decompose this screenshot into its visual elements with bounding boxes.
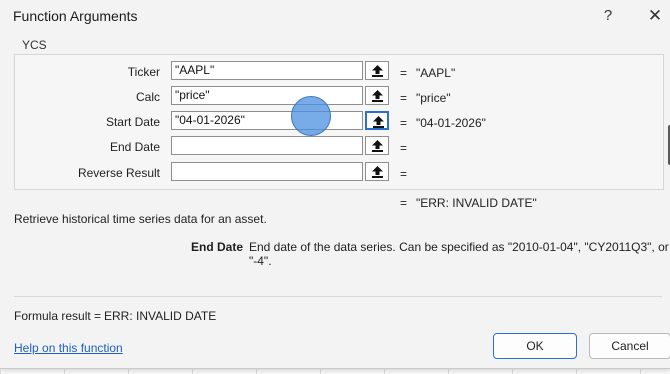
calc-input[interactable]: "price" [171, 86, 363, 105]
end-date-collapse-button[interactable] [365, 136, 389, 155]
argument-help-text: End date of the data series. Can be spec… [249, 240, 669, 268]
upload-arrow-icon [373, 116, 384, 128]
formula-result-value: ERR: INVALID DATE [104, 309, 217, 323]
help-on-function-link[interactable]: Help on this function [14, 341, 123, 355]
end-date-label: End Date [109, 140, 160, 154]
reverse-result-equals: = [400, 167, 408, 181]
overall-result: "ERR: INVALID DATE" [416, 196, 537, 210]
ticker-result: "AAPL" [416, 66, 456, 80]
title-bar: Function Arguments ? ✕ [0, 0, 670, 32]
ticker-input[interactable]: "AAPL" [171, 61, 363, 80]
start-date-result: "04-01-2026" [416, 116, 486, 130]
calc-collapse-button[interactable] [365, 86, 389, 105]
upload-arrow-icon [372, 65, 383, 77]
reverse-result-input[interactable] [171, 162, 363, 181]
function-description: Retrieve historical time series data for… [14, 212, 267, 226]
divider [14, 296, 662, 297]
calc-result: "price" [416, 91, 451, 105]
ticker-equals: = [400, 66, 408, 80]
start-date-input[interactable]: "04-01-2026" [171, 111, 363, 130]
close-button[interactable]: ✕ [645, 6, 665, 26]
calc-equals: = [400, 91, 408, 105]
cancel-button[interactable]: Cancel [589, 333, 670, 359]
reverse-result-collapse-button[interactable] [365, 162, 389, 181]
start-date-label: Start Date [105, 115, 160, 129]
function-name-label: YCS [22, 38, 47, 52]
help-button[interactable]: ? [598, 6, 618, 26]
start-date-equals: = [400, 116, 408, 130]
upload-arrow-icon [372, 90, 383, 102]
calc-label: Calc [135, 90, 160, 104]
pointer-cursor-indicator [291, 96, 331, 136]
function-arguments-dialog: Function Arguments ? ✕ YCS Ticker "AAPL"… [0, 0, 670, 369]
end-date-equals: = [400, 141, 408, 155]
overall-equals: = [400, 196, 408, 210]
formula-result-label: Formula result = [14, 309, 102, 323]
ticker-label: Ticker [127, 65, 160, 79]
reverse-result-label: Reverse Result [77, 166, 160, 180]
upload-arrow-icon [372, 166, 383, 178]
ok-button[interactable]: OK [493, 333, 577, 359]
dialog-title: Function Arguments [13, 8, 138, 24]
ticker-collapse-button[interactable] [365, 61, 389, 80]
upload-arrow-icon [372, 140, 383, 152]
argument-help-name: End Date [191, 240, 244, 254]
start-date-collapse-button[interactable] [365, 111, 389, 130]
end-date-input[interactable] [171, 136, 363, 155]
